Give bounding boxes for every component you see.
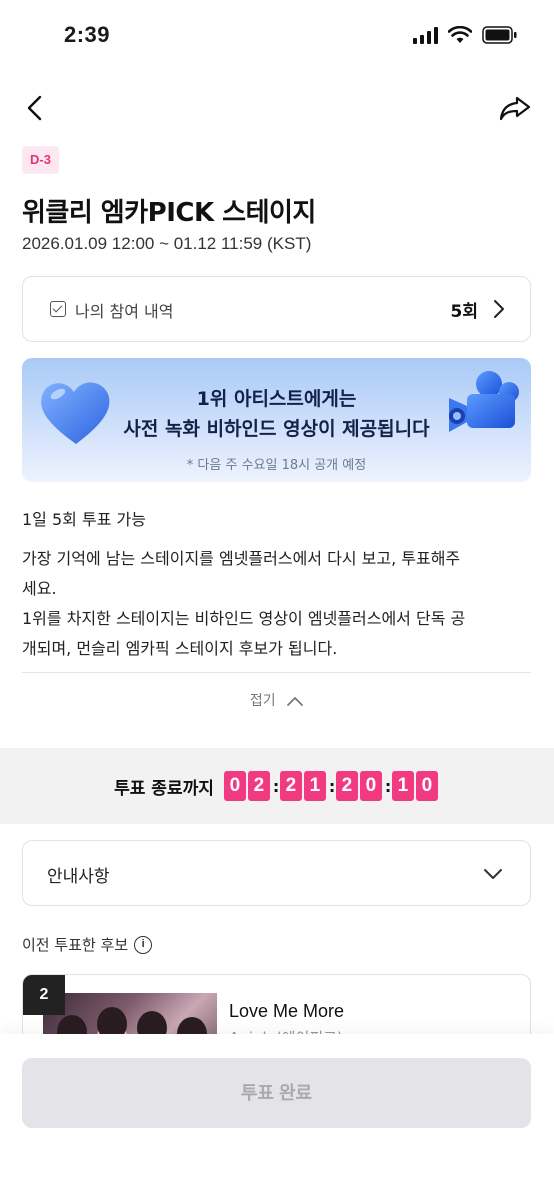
banner-headline: 1위 아티스트에게는 [196,388,357,410]
description-line: 가장 기억에 남는 스테이지를 엠넷플러스에서 다시 보고, 투표해주 [22,549,461,568]
candidate-title: Love Me More [229,1001,345,1021]
participation-label: 나의 참여 내역 [75,302,174,321]
votes-per-day: 1일 5회 투표 가능 [22,510,146,529]
countdown-separator: : [272,776,280,796]
previous-vote-header: 이전 투표한 후보 i [22,934,153,955]
divider [22,672,531,673]
countdown-digit: 2 [279,771,302,801]
countdown-label: 투표 종료까지 [114,778,214,799]
status-icons [413,26,518,44]
description: 가장 기억에 남는 스테이지를 엠넷플러스에서 다시 보고, 투표해주 세요. … [22,544,532,664]
vote-complete-button[interactable]: 투표 완료 [22,1058,531,1128]
countdown-digit: 1 [391,771,414,801]
countdown-digit: 0 [415,771,438,801]
countdown-digit: 2 [247,771,270,801]
cellular-signal-icon [413,26,438,44]
participation-history-button[interactable]: 나의 참여 내역 5회 [22,276,531,342]
status-time: 2:39 [64,22,111,47]
share-icon[interactable] [498,92,532,124]
banner-note: * 다음 주 수요일 18시 공개 예정 [186,458,367,473]
countdown-digit: 2 [335,771,358,801]
wifi-icon [448,26,472,43]
countdown-digit: 0 [223,771,246,801]
previous-vote-label: 이전 투표한 후보 [22,936,129,954]
collapse-label: 접기 [249,693,276,709]
info-icon[interactable]: i [134,935,153,954]
notice-label: 안내사항 [47,867,110,887]
battery-icon [482,26,517,44]
status-bar: 2:39 [0,0,554,72]
countdown-digit: 0 [359,771,382,801]
countdown-separator: : [384,776,392,796]
dday-badge: D-3 [22,146,59,174]
chevron-up-icon [287,697,304,706]
back-arrow-icon[interactable] [20,92,52,124]
checkbox-icon [50,301,66,317]
notice-dropdown[interactable]: 안내사항 [22,840,531,906]
participation-count: 5회 [450,302,478,322]
countdown-digit: 1 [303,771,326,801]
description-line: 개되며, 먼슬리 엠카픽 스테이지 후보가 됩니다. [22,639,338,658]
promo-banner: 1위 아티스트에게는 사전 녹화 비하인드 영상이 제공됩니다 * 다음 주 수… [22,358,531,482]
rank-badge: 2 [23,975,65,1015]
banner-subheadline: 사전 녹화 비하인드 영상이 제공됩니다 [123,418,430,440]
countdown-separator: : [328,776,336,796]
countdown-bar: 투표 종료까지 0 2 : 2 1 : 2 0 : 1 0 [0,748,554,824]
nav-bar [0,80,554,136]
chevron-right-icon [494,300,504,318]
page-title: 위클리 엠카PICK 스테이지 [22,198,316,228]
vote-period: 2026.01.09 12:00 ~ 01.12 11:59 (KST) [22,234,312,253]
chevron-down-icon [484,869,502,879]
collapse-button[interactable]: 접기 [0,690,554,710]
bottom-action-area: 투표 완료 [0,1034,554,1200]
description-line: 세요. [22,579,57,598]
description-line: 1위를 차지한 스테이지는 비하인드 영상이 엠넷플러스에서 단독 공 [22,609,466,628]
